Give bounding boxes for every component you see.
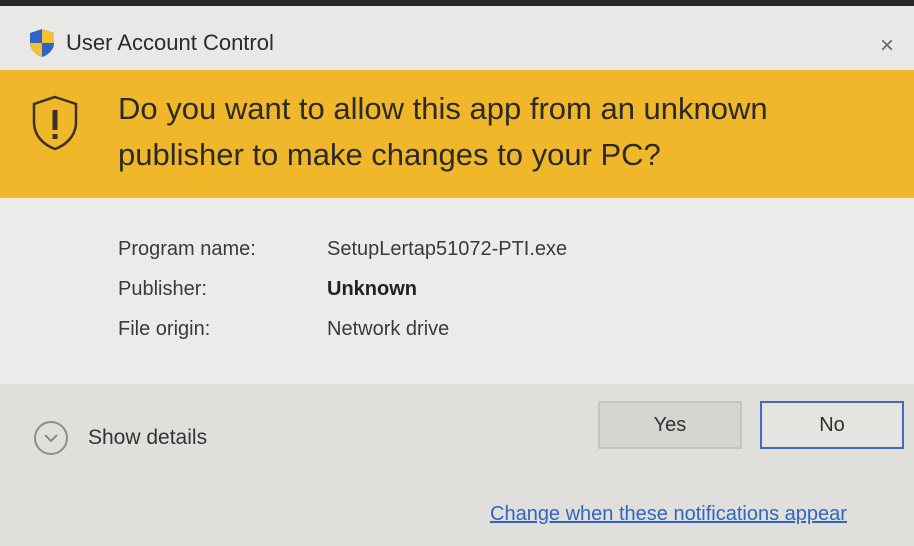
chevron-glyph [44, 434, 58, 443]
uac-shield-icon [30, 29, 54, 57]
warning-banner: Do you want to allow this app from an un… [0, 70, 914, 198]
prompt-question: Do you want to allow this app from an un… [118, 91, 768, 172]
show-details-toggle[interactable]: Show details [34, 420, 207, 456]
no-button[interactable]: No [760, 401, 904, 449]
publisher-label: Publisher: [118, 278, 207, 300]
chevron-down-icon[interactable] [34, 421, 68, 455]
publisher-value: Unknown [327, 278, 417, 300]
close-icon[interactable]: × [880, 34, 894, 58]
title-bar: User Account Control × [0, 6, 914, 70]
program-name-label: Program name: [118, 238, 256, 260]
notification-settings-link[interactable]: Change when these notifications appear [490, 503, 847, 526]
uac-dialog: User Account Control × Do you want to al… [0, 6, 914, 546]
program-name-value: SetupLertap51072-PTI.exe [327, 238, 568, 260]
show-details-label[interactable]: Show details [88, 426, 207, 450]
window-title: User Account Control [66, 30, 274, 55]
file-origin-value: Network drive [327, 318, 450, 340]
yes-button[interactable]: Yes [598, 401, 742, 449]
file-origin-label: File origin: [118, 318, 211, 340]
warning-shield-icon [32, 95, 78, 151]
